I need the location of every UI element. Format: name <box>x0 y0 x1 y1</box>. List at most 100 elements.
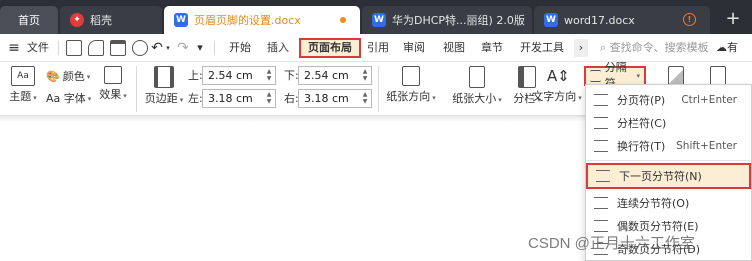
hamburger-icon[interactable]: ≡ <box>8 39 20 57</box>
word-doc-icon: W <box>372 13 386 27</box>
redo-icon[interactable]: ↷ <box>176 39 190 57</box>
chevron-down-icon[interactable]: ▾ <box>164 39 172 57</box>
undo-icon[interactable]: ↶ <box>150 39 164 57</box>
spin-arrows-icon[interactable]: ▲ ▼ <box>265 91 273 105</box>
theme-icon: Aa <box>11 66 35 86</box>
menu-review[interactable]: 审阅 <box>400 39 428 57</box>
divider <box>58 41 59 55</box>
theme-button[interactable]: Aa 主题 ▾ <box>8 66 38 104</box>
tab-home[interactable]: 首页 <box>0 6 58 34</box>
menu-page-layout[interactable]: 页面布局 <box>299 38 361 58</box>
tab-active-label: 页眉页脚的设置.docx <box>194 14 301 27</box>
menu-references[interactable]: 引用 <box>364 39 392 57</box>
save-icon[interactable] <box>66 40 82 56</box>
page-break-icon <box>594 94 608 106</box>
chevron-down-icon[interactable]: ▾ <box>194 39 206 57</box>
next-page-section-icon <box>596 170 610 182</box>
column-break-icon <box>594 117 608 129</box>
next-page-section-label: 下一页分节符(N) <box>619 170 702 183</box>
effect-icon <box>104 66 122 84</box>
search-icon: ⌕ <box>600 41 610 54</box>
word-doc-icon: W <box>544 13 558 27</box>
line-break-shortcut: Shift+Enter <box>676 140 737 152</box>
chevron-down-icon: ▾ <box>87 95 92 103</box>
bottom-margin-label: 下: <box>284 69 299 82</box>
right-margin-label: 右: <box>284 92 299 105</box>
right-margin-value: 3.18 cm <box>304 92 349 105</box>
top-margin-label: 上: <box>188 69 203 82</box>
paper-size-label: 纸张大小 <box>452 92 497 105</box>
line-break-label: 换行符(T) <box>617 140 666 153</box>
more-tabs-button[interactable]: › <box>574 39 588 57</box>
tab-active-document[interactable]: W 页眉页脚的设置.docx <box>164 6 360 34</box>
spin-arrows-icon[interactable]: ▲ ▼ <box>361 91 369 105</box>
tab-daoke-label: 稻壳 <box>90 14 112 27</box>
page-break-item[interactable]: 分页符(P) Ctrl+Enter <box>586 89 751 111</box>
paper-size-button[interactable]: 纸张大小 ▾ <box>446 66 508 106</box>
continuous-section-break-item[interactable]: 连续分节符(O) <box>586 192 751 214</box>
effect-label: 效果 <box>99 88 122 101</box>
menu-developer[interactable]: 开发工具 <box>516 39 568 57</box>
divider <box>136 66 137 112</box>
top-margin-value: 2.54 cm <box>208 69 253 82</box>
menu-insert[interactable]: 插入 <box>262 39 294 57</box>
new-tab-button[interactable]: + <box>722 8 744 30</box>
bottom-margin-field[interactable]: 2.54 cm ▲ ▼ <box>298 66 372 85</box>
continuous-section-icon <box>594 197 608 209</box>
orientation-button[interactable]: 纸张方向 ▾ <box>380 66 442 104</box>
chevron-down-icon: ▾ <box>179 96 184 104</box>
next-page-section-break-item[interactable]: 下一页分节符(N) <box>586 163 751 189</box>
export-icon[interactable] <box>88 40 104 56</box>
text-direction-button[interactable]: A⇕ 文字方向 ▾ <box>530 66 584 104</box>
menu-section[interactable]: 章节 <box>478 39 506 57</box>
search-placeholder: 查找命令、搜索模板 <box>609 41 709 54</box>
breaks-icon <box>590 70 601 82</box>
breaks-button[interactable]: 分隔符▾ <box>584 61 646 90</box>
print-icon[interactable] <box>110 40 126 56</box>
margins-button[interactable]: 页边距 ▾ <box>144 66 184 106</box>
page-break-shortcut: Ctrl+Enter <box>681 94 737 106</box>
effect-button[interactable]: 效果 ▾ <box>98 66 128 102</box>
divider <box>214 41 215 55</box>
continuous-section-label: 连续分节符(O) <box>617 197 690 210</box>
preview-icon[interactable] <box>132 40 148 56</box>
chevron-down-icon: ▾ <box>432 94 436 102</box>
menu-file[interactable]: 文件 <box>24 39 52 57</box>
spin-arrows-icon[interactable]: ▲ ▼ <box>361 68 369 82</box>
page-break-label: 分页符(P) <box>617 94 666 107</box>
command-search[interactable]: ⌕ 查找命令、搜索模板 <box>600 39 709 57</box>
orientation-icon <box>402 66 420 86</box>
column-break-item[interactable]: 分栏符(C) <box>586 112 751 134</box>
warning-icon[interactable]: ! <box>683 13 696 26</box>
right-margin-field[interactable]: 3.18 cm ▲ ▼ <box>298 89 372 108</box>
paper-size-icon <box>469 66 485 88</box>
font-button[interactable]: Aa 字体 ▾ <box>46 91 91 107</box>
chevron-down-icon: ▾ <box>636 72 640 80</box>
cloud-share-button[interactable]: ☁有 <box>716 39 752 57</box>
tab-daoke[interactable]: ✦ 稻壳 <box>60 6 162 34</box>
csdn-watermark: CSDN @正月十六工作室 <box>528 235 695 252</box>
cloud-icon: ☁ <box>716 41 727 54</box>
menu-view[interactable]: 视图 <box>440 39 468 57</box>
left-margin-field[interactable]: 3.18 cm ▲ ▼ <box>202 89 276 108</box>
tab-document-4-label: word17.docx <box>564 13 635 27</box>
line-break-item[interactable]: 换行符(T) Shift+Enter <box>586 135 751 157</box>
tab-home-label: 首页 <box>18 14 40 27</box>
bottom-margin-value: 2.54 cm <box>304 69 349 82</box>
tab-document-4[interactable]: W word17.docx ! <box>534 6 710 34</box>
margins-icon <box>154 66 174 88</box>
menu-bar: ≡ 文件 ↶ ▾ ↷ ▾ 开始 插入 页面布局 引用 审阅 视图 章节 开发工具… <box>0 34 752 62</box>
spin-arrows-icon[interactable]: ▲ ▼ <box>265 68 273 82</box>
theme-label: 主题 <box>9 90 32 103</box>
tab-document-3[interactable]: W 华为DHCP特...丽组) 2.0版 <box>362 6 532 34</box>
chevron-down-icon: ▾ <box>498 96 502 104</box>
color-button[interactable]: 🎨 颜色 ▾ <box>46 69 90 85</box>
left-margin-label: 左: <box>188 92 203 105</box>
menu-start[interactable]: 开始 <box>224 39 256 57</box>
column-break-label: 分栏符(C) <box>617 117 667 130</box>
text-direction-icon: A⇕ <box>547 67 570 85</box>
daoke-icon: ✦ <box>70 13 84 27</box>
chevron-down-icon: ▾ <box>578 94 582 102</box>
top-margin-field[interactable]: 2.54 cm ▲ ▼ <box>202 66 276 85</box>
margins-label: 页边距 <box>144 92 178 105</box>
